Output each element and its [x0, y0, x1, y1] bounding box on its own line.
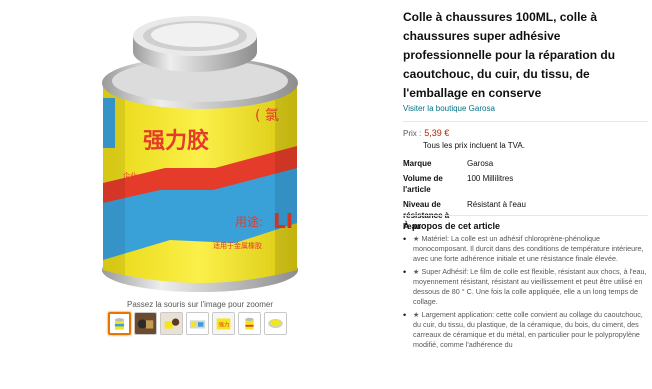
- product-title: Colle à chaussures 100ML, colle à chauss…: [403, 10, 616, 100]
- list-item: • ★ Largement application: cette colle c…: [403, 310, 648, 350]
- bullet-text: ★ Largement application: cette colle con…: [413, 310, 643, 349]
- product-main-image[interactable]: 强力胶 ( 氯 用途: LI 适用于金属橡胶 企业: [95, 8, 305, 300]
- svg-text:用途:: 用途:: [235, 214, 263, 229]
- svg-text:适用于金属橡胶: 适用于金属橡胶: [213, 241, 262, 250]
- thumbnail-3[interactable]: [160, 312, 183, 335]
- price-label: Prix :: [403, 129, 422, 138]
- bullet-icon: •: [403, 310, 407, 320]
- product-info: Colle à chaussures 100ML, colle à chauss…: [403, 8, 648, 236]
- about-title: À propos de cet article: [403, 221, 501, 231]
- svg-text:强力胶: 强力胶: [143, 128, 209, 154]
- svg-text:强力: 强力: [218, 321, 229, 329]
- list-item: • ★ Matériel: La colle est un adhésif ch…: [403, 234, 648, 264]
- spec-value: 100 Millilitres: [467, 174, 514, 183]
- bullet-text: ★ Super Adhésif: Le film de colle est fl…: [413, 267, 647, 306]
- thumbnail-strip: 强力: [108, 312, 287, 335]
- spec-row: Marque Garosa: [403, 158, 648, 169]
- tax-note: Tous les prix incluent la TVA.: [423, 141, 525, 150]
- bullet-text: ★ Matériel: La colle est un adhésif chlo…: [413, 234, 644, 263]
- bullet-icon: •: [403, 234, 407, 244]
- product-image-section: 强力胶 ( 氯 用途: LI 适用于金属橡胶 企业 Passez la sour…: [0, 0, 330, 389]
- bullet-icon: •: [403, 267, 407, 277]
- list-item: • ★ Super Adhésif: Le film de colle est …: [403, 267, 648, 307]
- store-link[interactable]: Visiter la boutique Garosa: [403, 104, 648, 113]
- thumbnail-2[interactable]: [134, 312, 157, 335]
- thumbnail-4[interactable]: [186, 312, 209, 335]
- spec-key: Marque: [403, 159, 432, 168]
- about-section: À propos de cet article • ★ Matériel: La…: [403, 215, 648, 353]
- spec-value: Garosa: [467, 159, 494, 168]
- spec-row: Volume de l'article 100 Millilitres: [403, 173, 648, 195]
- price-row: Prix : 5,39 €: [403, 128, 648, 138]
- divider: [403, 121, 648, 122]
- glue-can-image: 强力胶 ( 氯 用途: LI 适用于金属橡胶 企业: [102, 16, 298, 292]
- thumbnail-5[interactable]: 强力: [212, 312, 235, 335]
- spec-key: Volume de l'article: [403, 174, 443, 194]
- thumbnail-6[interactable]: [238, 312, 261, 335]
- divider: [403, 215, 648, 216]
- thumbnail-7[interactable]: [264, 312, 287, 335]
- svg-text:企业: 企业: [123, 171, 137, 180]
- thumbnail-1[interactable]: [108, 312, 131, 335]
- zoom-hint: Passez la souris sur l'image pour zoomer: [126, 300, 274, 309]
- price-value: 5,39 €: [424, 128, 450, 138]
